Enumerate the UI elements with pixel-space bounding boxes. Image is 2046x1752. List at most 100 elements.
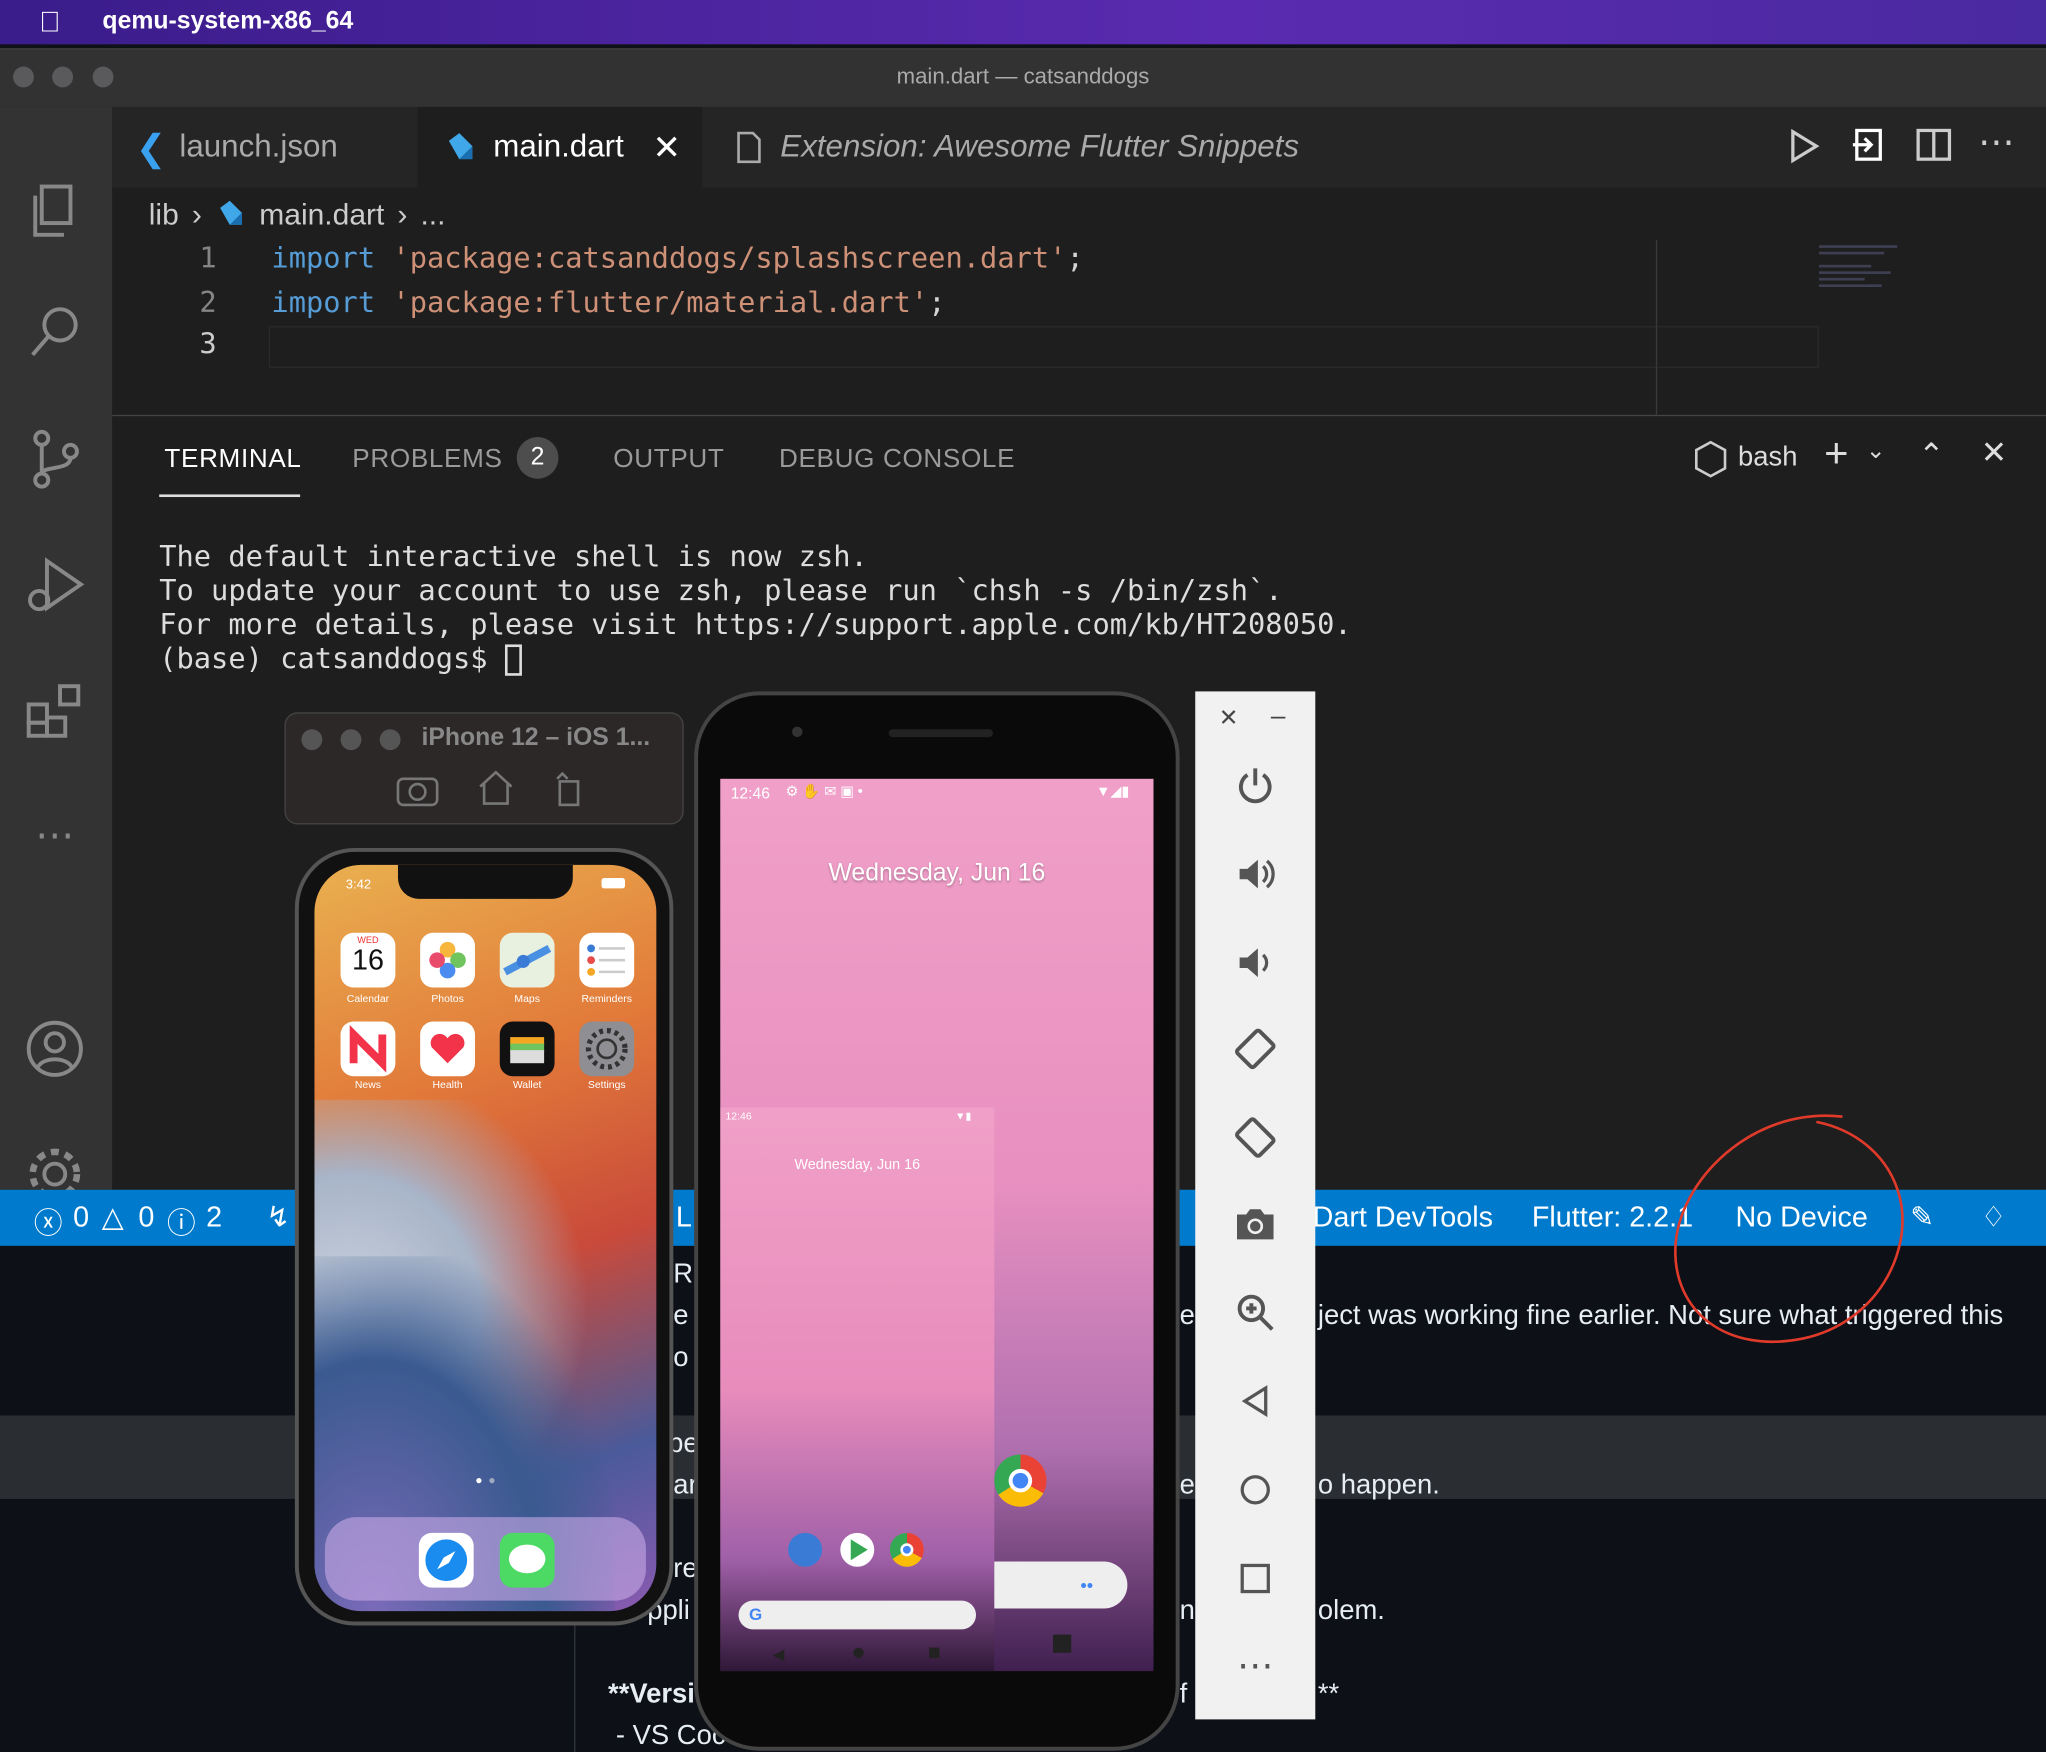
more-icon[interactable]: ⋯ (21, 801, 89, 869)
more-icon[interactable]: ⋯ (1229, 1639, 1281, 1691)
new-terminal-icon[interactable]: + (1824, 429, 1848, 477)
chrome-icon[interactable] (994, 1454, 1047, 1507)
zoom-icon[interactable] (1229, 1286, 1281, 1338)
notification-icons: ⚙ ✋ ✉ ▣ • (785, 784, 863, 800)
android-emulator[interactable]: 12:46 ⚙ ✋ ✉ ▣ • ▼◢▮ Wednesday, Jun 16 12… (694, 691, 1180, 1751)
assistant-icon[interactable]: •• (1080, 1575, 1093, 1596)
terminal-shell-name[interactable]: bash (1738, 442, 1797, 473)
split-editor-icon[interactable] (1916, 128, 1953, 162)
google-search-bar[interactable]: G (738, 1600, 977, 1630)
health-app-icon[interactable] (420, 1021, 475, 1077)
tab-launch-json[interactable]: ❮ launch.json (112, 107, 415, 188)
play-store-icon[interactable] (840, 1532, 875, 1567)
error-count[interactable]: 0 (73, 1200, 89, 1234)
warning-count[interactable]: 0 (138, 1200, 154, 1234)
iphone-simulator[interactable]: 3:42 WED 16 Calendar Photos Maps Reminde… (294, 847, 674, 1626)
recents-nav-icon[interactable] (929, 1647, 940, 1659)
tab-debug-console[interactable]: DEBUG CONSOLE (779, 445, 1015, 475)
close-icon[interactable]: ✕ (1219, 704, 1239, 731)
camera-icon[interactable] (395, 771, 439, 808)
reminders-app-icon[interactable] (579, 932, 635, 988)
tab-output[interactable]: OUTPUT (613, 445, 724, 475)
settings-app-icon[interactable] (579, 1021, 635, 1077)
back-nav-icon[interactable]: ◀ (772, 1645, 784, 1663)
terminal-line: The default interactive shell is now zsh… (159, 541, 868, 574)
title-bar: main.dart — catsanddogs (0, 49, 2046, 107)
google-search-bar[interactable]: •• (994, 1561, 1128, 1609)
breadcrumb: lib › main.dart › ... (112, 187, 2046, 241)
extensions-icon[interactable] (21, 676, 89, 744)
info-icon[interactable]: ⓘ (167, 1200, 196, 1242)
recents-nav-icon[interactable] (1053, 1634, 1072, 1653)
breadcrumb-file[interactable]: main.dart (259, 196, 384, 231)
bell-icon[interactable]: ♢ (1981, 1200, 2007, 1234)
tab-main-dart[interactable]: main.dart ✕ (417, 106, 703, 188)
breadcrumb-more[interactable]: ... (420, 196, 445, 231)
rotate-right-icon[interactable] (1229, 1111, 1281, 1163)
volume-down-icon[interactable] (1229, 937, 1281, 989)
rotate-left-icon[interactable] (1229, 1023, 1281, 1075)
photos-app-icon[interactable] (420, 932, 475, 988)
ios-time: 3:42 (345, 877, 372, 893)
terminal-line: To update your account to use zsh, pleas… (159, 575, 1283, 608)
safari-app-icon[interactable] (418, 1532, 474, 1588)
messages-app-icon[interactable] (499, 1532, 555, 1588)
calendar-app-icon[interactable]: WED 16 (340, 932, 396, 988)
volume-up-icon[interactable] (1229, 848, 1281, 900)
explorer-icon[interactable] (21, 177, 89, 245)
tab-terminal[interactable]: TERMINAL (164, 445, 301, 475)
maximize-panel-icon[interactable]: ⌃ (1918, 437, 1944, 475)
warning-icon[interactable]: △ (102, 1200, 124, 1234)
close-traffic-light[interactable] (301, 729, 323, 751)
run-debug-icon[interactable] (21, 551, 89, 619)
account-icon[interactable] (21, 1015, 89, 1083)
tab-problems[interactable]: PROBLEMS (352, 445, 502, 475)
news-app-icon[interactable] (340, 1021, 396, 1077)
error-icon[interactable]: ⓧ (34, 1200, 63, 1242)
tab-extension-snippets[interactable]: Extension: Awesome Flutter Snippets (705, 107, 1376, 188)
info-count[interactable]: 2 (206, 1200, 222, 1234)
chrome-icon[interactable] (889, 1532, 924, 1567)
home-icon[interactable] (1229, 1464, 1281, 1516)
chevron-down-icon[interactable]: ⌄ (1866, 437, 1886, 464)
close-traffic-light[interactable] (13, 66, 34, 88)
terminal-output[interactable]: The default interactive shell is now zsh… (159, 541, 1352, 677)
android-mini-screen[interactable]: 12:46 ▼▮ Wednesday, Jun 16 G ◀ (720, 1107, 995, 1672)
minimize-icon[interactable]: – (1271, 702, 1286, 732)
overview-icon[interactable] (1229, 1552, 1281, 1604)
power-icon[interactable] (1229, 759, 1281, 811)
open-preview-icon[interactable] (1850, 125, 1887, 164)
home-nav-icon[interactable] (853, 1647, 864, 1659)
close-panel-icon[interactable]: ✕ (1981, 434, 2007, 472)
messages-app-icon[interactable] (788, 1532, 823, 1567)
close-icon[interactable]: ✕ (652, 127, 680, 167)
minimize-traffic-light[interactable] (52, 66, 74, 88)
zoom-traffic-light[interactable] (379, 729, 401, 751)
maps-app-icon[interactable] (499, 932, 555, 988)
rotate-icon[interactable] (552, 771, 586, 808)
code-editor[interactable]: 1 2 3 import 'package:catsanddogs/splash… (112, 240, 2046, 415)
breadcrumb-folder[interactable]: lib (149, 196, 179, 231)
app-label: Wallet (512, 1078, 542, 1091)
status-partial-item[interactable]: L (676, 1200, 692, 1234)
text-fragment: e (1179, 1470, 1195, 1501)
source-control-icon[interactable] (21, 425, 89, 493)
dart-devtools-button[interactable]: Dart DevTools (1313, 1200, 1493, 1234)
menubar-app-name[interactable]: qemu-system-x86_64 (102, 8, 353, 37)
minimize-traffic-light[interactable] (340, 729, 362, 751)
iphone-screen[interactable]: 3:42 WED 16 Calendar Photos Maps Reminde… (314, 864, 657, 1612)
zoom-traffic-light[interactable] (92, 66, 114, 88)
search-icon[interactable] (21, 297, 89, 365)
run-icon[interactable] (1788, 128, 1822, 165)
more-actions-icon[interactable]: ⋯ (1978, 120, 2015, 163)
lightning-icon[interactable]: ↯ (266, 1200, 290, 1234)
text-fragment: f (1179, 1678, 1188, 1709)
wallet-app-icon[interactable] (499, 1021, 555, 1077)
android-screen[interactable]: 12:46 ⚙ ✋ ✉ ▣ • ▼◢▮ Wednesday, Jun 16 12… (720, 778, 1154, 1672)
back-icon[interactable] (1229, 1375, 1281, 1427)
home-icon[interactable] (476, 768, 515, 807)
page-dot (476, 1478, 482, 1484)
minimap[interactable] (1818, 240, 1936, 318)
apple-icon[interactable]:  (39, 5, 61, 39)
camera-icon[interactable] (1229, 1198, 1281, 1250)
